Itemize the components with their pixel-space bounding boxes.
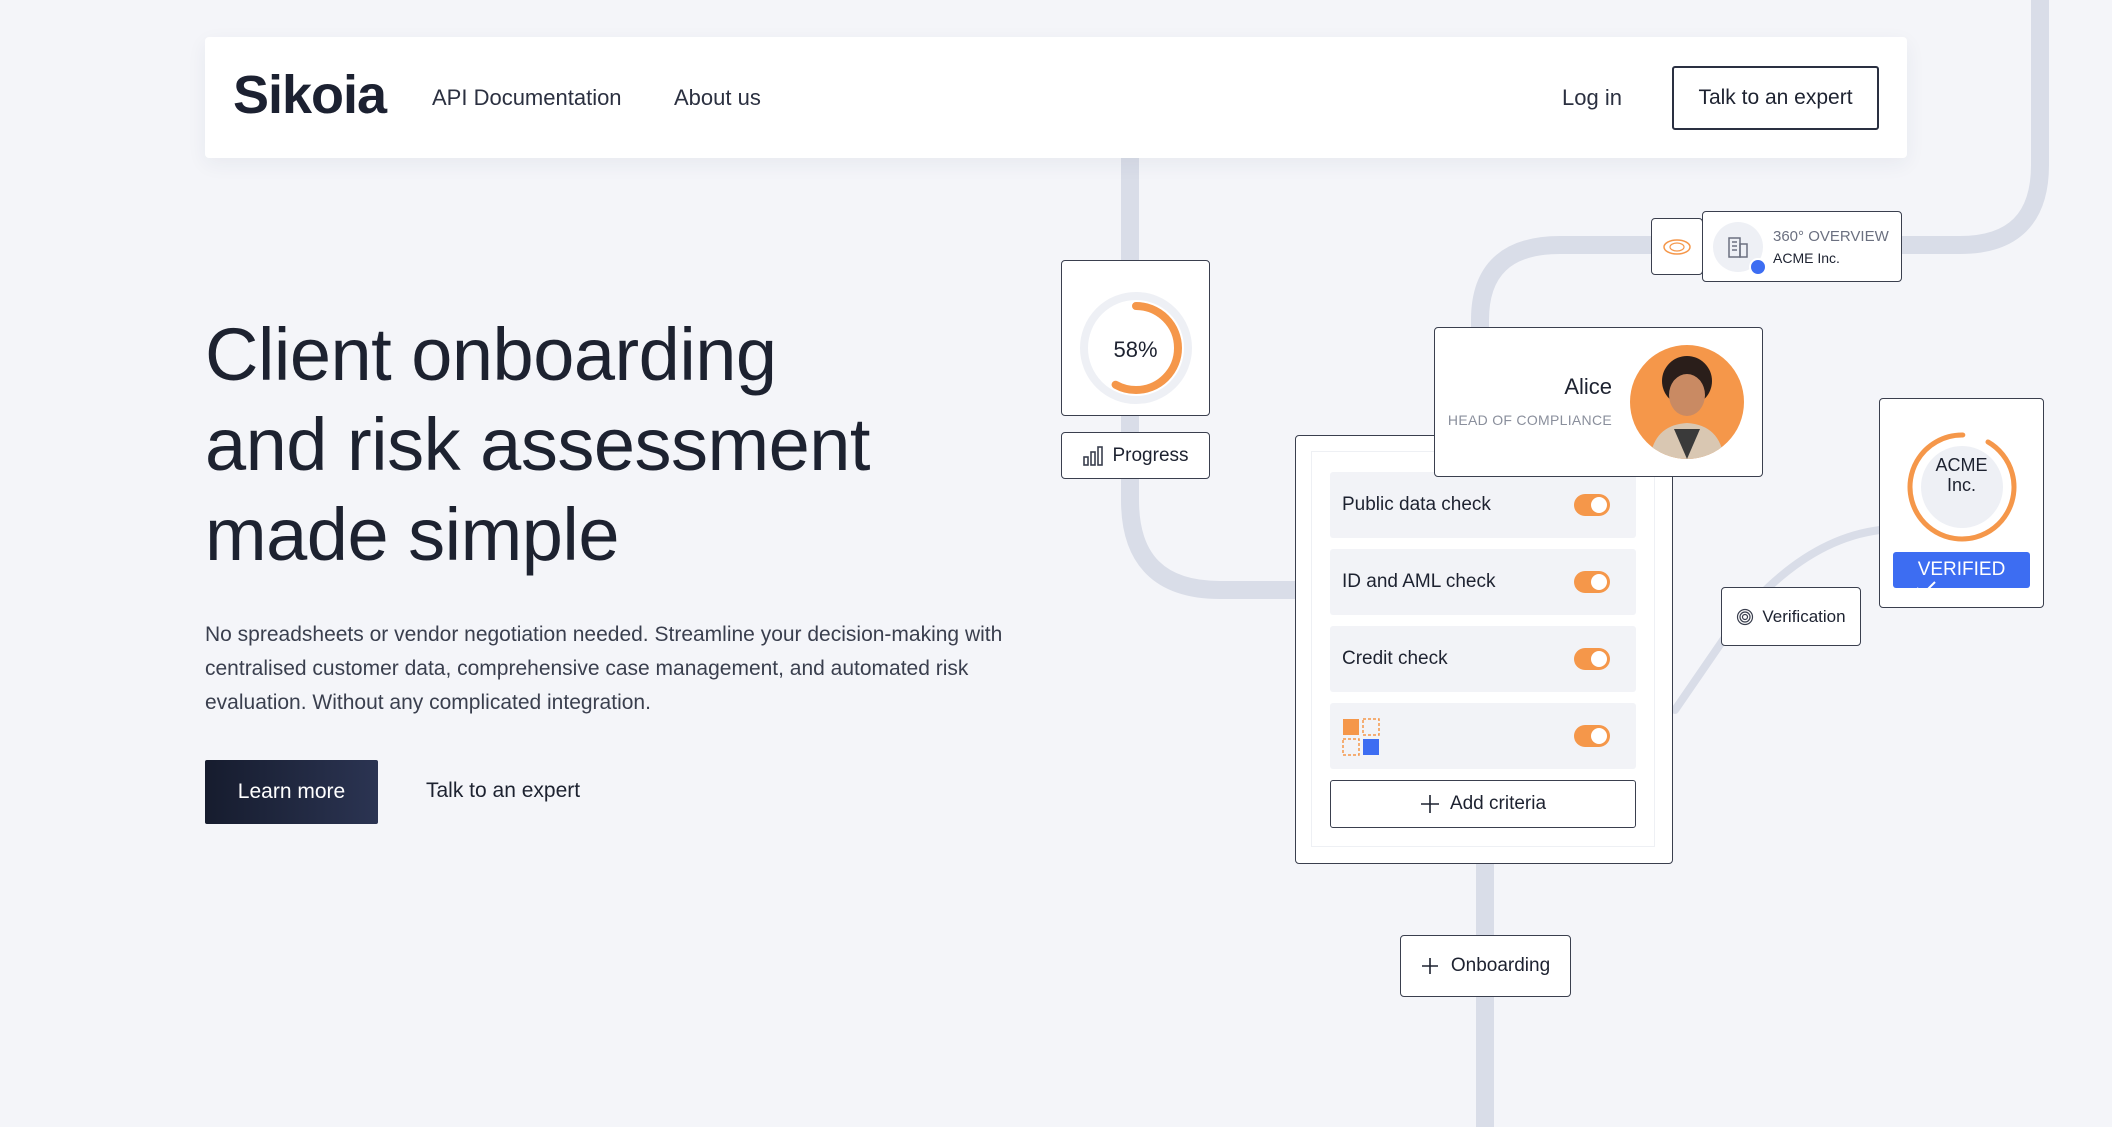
criteria-list: Public data check ID and AML check Credi… [1312,452,1654,846]
progress-percentage: 58% [1113,337,1158,362]
criteria-row-public-data: Public data check [1330,472,1636,538]
overview-title: 360° OVERVIEW [1773,228,1889,245]
criteria-row-custom [1330,703,1636,769]
person-avatar [1630,345,1744,459]
criteria-checklist-card: Public data check ID and AML check Credi… [1295,435,1673,864]
custom-blocks-icon [1342,718,1380,756]
bar-chart-icon [1083,445,1104,466]
360-icon [1663,238,1691,255]
person-portrait-icon [1650,356,1724,459]
criteria-toggle[interactable] [1574,648,1610,670]
nav-api-documentation[interactable]: API Documentation [432,85,622,111]
company-avatar [1713,222,1767,276]
hero-title-line-3: made simple [205,493,620,576]
plus-icon [1421,958,1438,974]
person-card: Alice HEAD OF COMPLIANCE [1434,327,1763,477]
verified-check-icon [1749,258,1767,276]
sikoia-logo[interactable]: Sikoia [233,64,387,126]
verification-chip: Verification [1721,587,1861,646]
learn-more-button[interactable]: Learn more [205,760,378,824]
criteria-row-credit: Credit check [1330,626,1636,692]
talk-to-expert-nav-button[interactable]: Talk to an expert [1672,66,1879,130]
building-icon [1728,237,1748,258]
overview-360-icon-box [1651,218,1703,275]
add-criteria-label: Add criteria [1449,793,1547,814]
criteria-label: Credit check [1342,648,1448,669]
plus-icon [1420,795,1439,813]
company-name: ACME Inc. [1880,455,2043,495]
criteria-label: ID and AML check [1342,571,1496,592]
fingerprint-icon [1737,608,1754,625]
top-navbar: Sikoia API Documentation About us Log in… [205,37,1907,158]
nav-about-us[interactable]: About us [674,85,761,111]
overview-company: ACME Inc. [1773,250,1840,266]
verified-label: VERIFIED [1917,559,2006,580]
hero-title: Client onboarding and risk assessment ma… [205,310,1105,580]
login-link[interactable]: Log in [1562,85,1622,111]
overview-card: 360° OVERVIEW ACME Inc. [1702,211,1902,282]
verification-label: Verification [1762,606,1846,626]
criteria-row-id-aml: ID and AML check [1330,549,1636,615]
onboarding-label: Onboarding [1450,955,1551,976]
onboarding-chip: Onboarding [1400,935,1571,997]
criteria-toggle[interactable] [1574,725,1610,747]
checkmark-icon [1916,581,1936,596]
hero-title-line-1: Client onboarding [205,313,777,396]
criteria-toggle[interactable] [1574,571,1610,593]
hero-title-line-2: and risk assessment [205,403,871,486]
person-name: Alice [1564,374,1612,399]
criteria-toggle[interactable] [1574,494,1610,516]
company-verified-card: ACME Inc. VERIFIED [1879,398,2044,608]
hero-description: No spreadsheets or vendor negotiation ne… [205,623,1003,714]
person-role: HEAD OF COMPLIANCE [1447,412,1612,428]
add-criteria-button[interactable]: Add criteria [1330,780,1636,828]
company-name-line-2: Inc. [1946,475,1976,495]
verified-badge: VERIFIED [1893,552,2030,596]
criteria-label: Public data check [1342,494,1491,515]
progress-ring-card: 58% [1061,260,1210,416]
company-name-line-1: ACME [1935,455,1988,475]
progress-chip: Progress [1061,432,1210,479]
progress-label: Progress [1112,444,1189,466]
talk-to-expert-link[interactable]: Talk to an expert [426,779,580,803]
